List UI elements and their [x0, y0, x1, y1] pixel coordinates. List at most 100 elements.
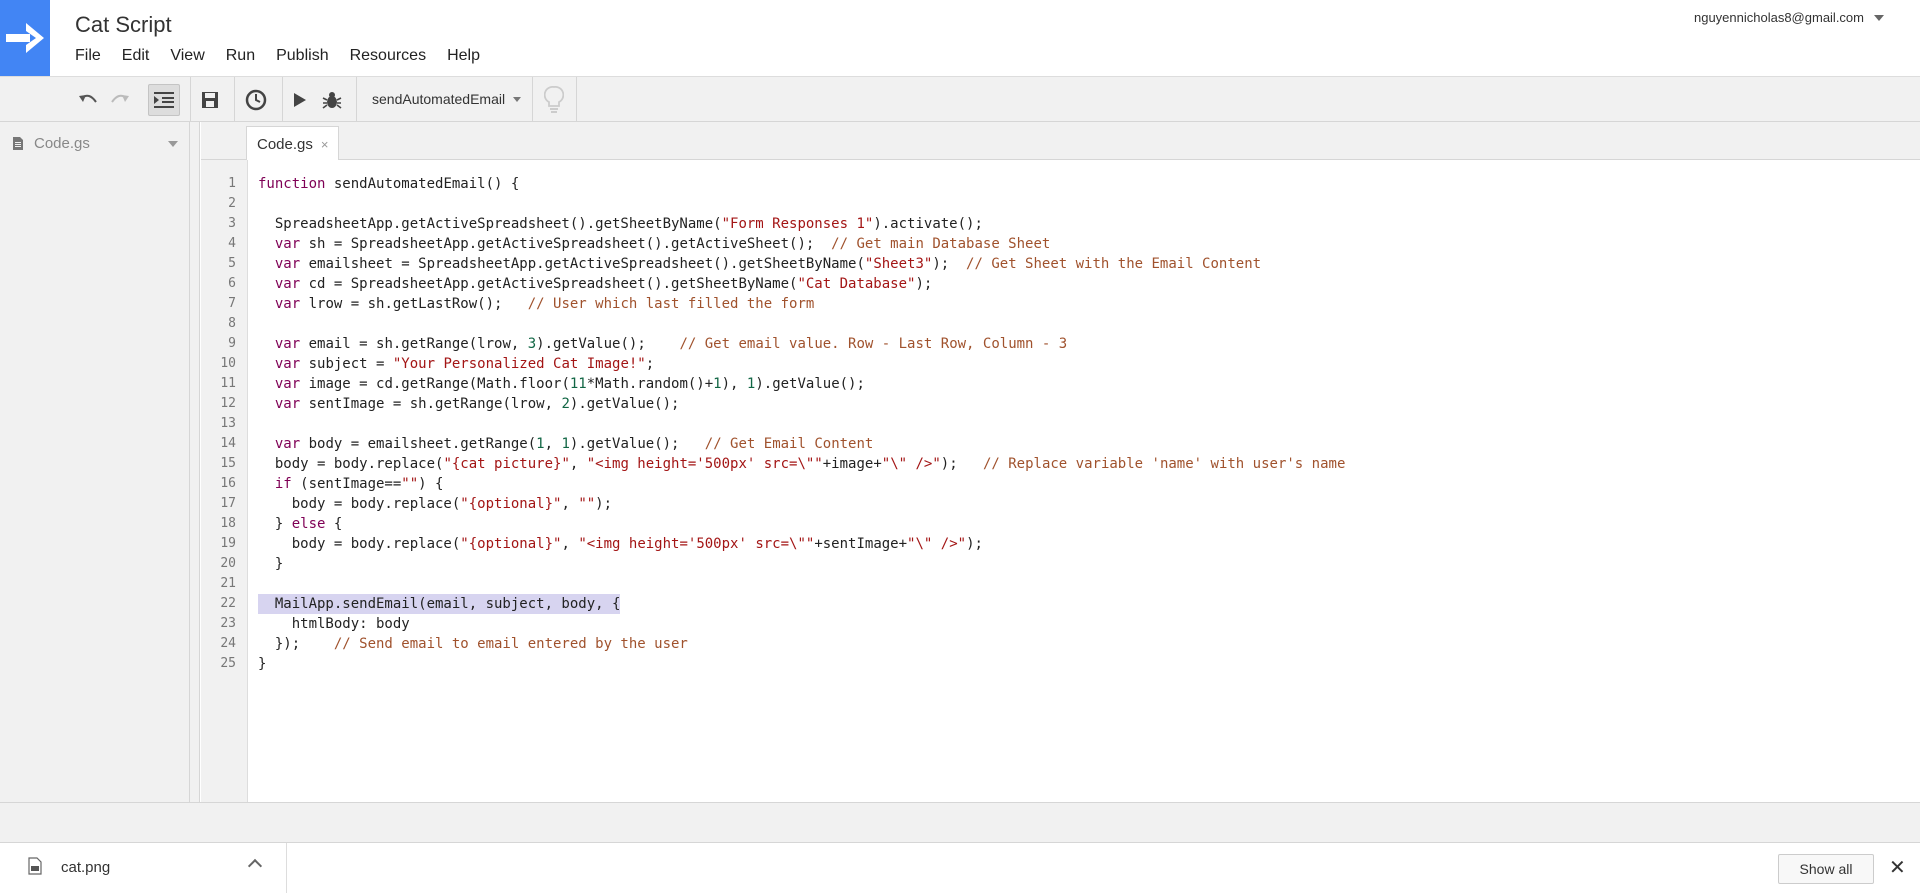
- debug-button[interactable]: [316, 84, 348, 116]
- account-menu[interactable]: nguyennicholas8@gmail.com: [1694, 10, 1884, 25]
- code-text[interactable]: }); // Send email to email entered by th…: [258, 634, 688, 654]
- line-number: 13: [220, 416, 236, 431]
- file-icon: [28, 857, 42, 875]
- code-line[interactable]: 13: [201, 414, 1920, 434]
- toolbar-divider: [532, 77, 533, 123]
- code-line[interactable]: 1 function sendAutomatedEmail() {: [201, 174, 1920, 194]
- panel-divider: [190, 122, 200, 802]
- menu-file[interactable]: File: [75, 47, 101, 65]
- menu-view[interactable]: View: [170, 47, 204, 65]
- line-number: 24: [220, 636, 236, 651]
- code-line[interactable]: 3 SpreadsheetApp.getActiveSpreadsheet().…: [201, 214, 1920, 234]
- redo-button[interactable]: [104, 84, 136, 116]
- code-line[interactable]: 4 var sh = SpreadsheetApp.getActiveSprea…: [201, 234, 1920, 254]
- function-select[interactable]: sendAutomatedEmail: [372, 91, 522, 107]
- code-line[interactable]: 15 body = body.replace("{cat picture}", …: [201, 454, 1920, 474]
- line-number: 25: [220, 656, 236, 671]
- save-button[interactable]: [194, 84, 226, 116]
- code-text[interactable]: MailApp.sendEmail(email, subject, body, …: [258, 594, 621, 614]
- code-editor[interactable]: 1 function sendAutomatedEmail() {2 3 Sprea…: [201, 160, 1920, 802]
- code-line[interactable]: 23 htmlBody: body: [201, 614, 1920, 634]
- show-all-button[interactable]: Show all: [1778, 854, 1874, 884]
- tab-code-gs[interactable]: Code.gs ×: [246, 126, 340, 161]
- code-text[interactable]: var body = emailsheet.getRange(1, 1).get…: [258, 434, 873, 454]
- code-line[interactable]: 11 var image = cd.getRange(Math.floor(11…: [201, 374, 1920, 394]
- code-text[interactable]: body = body.replace("{optional}", "<img …: [258, 534, 983, 554]
- line-number: 5: [228, 256, 236, 271]
- code-line[interactable]: 22 MailApp.sendEmail(email, subject, bod…: [201, 594, 1920, 614]
- code-line[interactable]: 17 body = body.replace("{optional}", "")…: [201, 494, 1920, 514]
- code-line[interactable]: 19 body = body.replace("{optional}", "<i…: [201, 534, 1920, 554]
- code-text[interactable]: body = body.replace("{cat picture}", "<i…: [258, 454, 1346, 474]
- download-item[interactable]: cat.png: [0, 843, 287, 893]
- line-number: 19: [220, 536, 236, 551]
- play-icon: [294, 93, 306, 107]
- project-title[interactable]: Cat Script: [75, 12, 172, 38]
- close-icon[interactable]: ×: [321, 137, 329, 152]
- toolbar-divider: [190, 77, 191, 123]
- code-text[interactable]: var subject = "Your Personalized Cat Ima…: [258, 354, 654, 374]
- code-text[interactable]: SpreadsheetApp.getActiveSpreadsheet().ge…: [258, 214, 983, 234]
- line-number: 18: [220, 516, 236, 531]
- code-text[interactable]: function sendAutomatedEmail() {: [258, 174, 519, 194]
- code-line[interactable]: 9 var email = sh.getRange(lrow, 3).getVa…: [201, 334, 1920, 354]
- toolbar-divider: [282, 77, 283, 123]
- code-line[interactable]: 24 }); // Send email to email entered by…: [201, 634, 1920, 654]
- code-text[interactable]: body = body.replace("{optional}", "");: [258, 494, 612, 514]
- code-text[interactable]: var email = sh.getRange(lrow, 3).getValu…: [258, 334, 1067, 354]
- menu-help[interactable]: Help: [447, 47, 480, 65]
- code-line[interactable]: 6 var cd = SpreadsheetApp.getActiveSprea…: [201, 274, 1920, 294]
- undo-button[interactable]: [72, 84, 104, 116]
- line-number: 3: [228, 216, 236, 231]
- code-line[interactable]: 25}: [201, 654, 1920, 674]
- code-text[interactable]: }: [258, 654, 266, 674]
- line-number: 15: [220, 456, 236, 471]
- clock-icon: [245, 89, 267, 111]
- menu-publish[interactable]: Publish: [276, 47, 328, 65]
- bug-icon: [322, 92, 342, 109]
- undo-icon: [79, 94, 97, 103]
- code-text[interactable]: htmlBody: body: [258, 614, 410, 634]
- indent-button[interactable]: [148, 84, 180, 116]
- apps-script-logo[interactable]: [0, 0, 50, 76]
- code-line[interactable]: 7 var lrow = sh.getLastRow(); // User wh…: [201, 294, 1920, 314]
- code-line[interactable]: 2: [201, 194, 1920, 214]
- code-text[interactable]: var sentImage = sh.getRange(lrow, 2).get…: [258, 394, 680, 414]
- triggers-button[interactable]: [240, 84, 272, 116]
- code-line[interactable]: 12 var sentImage = sh.getRange(lrow, 2).…: [201, 394, 1920, 414]
- menu-edit[interactable]: Edit: [122, 47, 150, 65]
- code-line[interactable]: 5 var emailsheet = SpreadsheetApp.getAct…: [201, 254, 1920, 274]
- code-text[interactable]: } else {: [258, 514, 342, 534]
- code-text[interactable]: var image = cd.getRange(Math.floor(11*Ma…: [258, 374, 865, 394]
- suggestions-button[interactable]: [538, 84, 570, 116]
- code-text[interactable]: var cd = SpreadsheetApp.getActiveSpreads…: [258, 274, 932, 294]
- menu-run[interactable]: Run: [226, 47, 255, 65]
- code-line[interactable]: 16 if (sentImage=="") {: [201, 474, 1920, 494]
- code-line[interactable]: 8: [201, 314, 1920, 334]
- chevron-up-icon[interactable]: [247, 858, 263, 874]
- file-sidebar: Code.gs: [0, 122, 190, 802]
- code-line[interactable]: 20 }: [201, 554, 1920, 574]
- code-line[interactable]: 18 } else {: [201, 514, 1920, 534]
- close-icon[interactable]: ✕: [1889, 855, 1906, 880]
- app-header: Cat Script File Edit View Run Publish Re…: [0, 0, 1920, 76]
- code-text[interactable]: if (sentImage=="") {: [258, 474, 444, 494]
- toolbar: sendAutomatedEmail: [0, 76, 1920, 123]
- code-text[interactable]: }: [258, 554, 283, 574]
- code-line[interactable]: 21: [201, 574, 1920, 594]
- menu-bar: File Edit View Run Publish Resources Hel…: [75, 47, 501, 65]
- chevron-down-icon[interactable]: [168, 141, 178, 147]
- chevron-down-icon: [1874, 14, 1884, 21]
- code-text[interactable]: var emailsheet = SpreadsheetApp.getActiv…: [258, 254, 1261, 274]
- code-text[interactable]: var sh = SpreadsheetApp.getActiveSpreads…: [258, 234, 1050, 254]
- code-line[interactable]: 14 var body = emailsheet.getRange(1, 1).…: [201, 434, 1920, 454]
- run-button[interactable]: [284, 84, 316, 116]
- arrow-right-icon: [6, 23, 44, 53]
- code-line[interactable]: 10 var subject = "Your Personalized Cat …: [201, 354, 1920, 374]
- sidebar-file-code-gs[interactable]: Code.gs: [12, 132, 180, 154]
- redo-icon: [111, 94, 129, 103]
- code-lines[interactable]: 1 function sendAutomatedEmail() {2 3 Sprea…: [201, 174, 1920, 674]
- line-number: 11: [220, 376, 236, 391]
- menu-resources[interactable]: Resources: [350, 47, 426, 65]
- code-text[interactable]: var lrow = sh.getLastRow(); // User whic…: [258, 294, 814, 314]
